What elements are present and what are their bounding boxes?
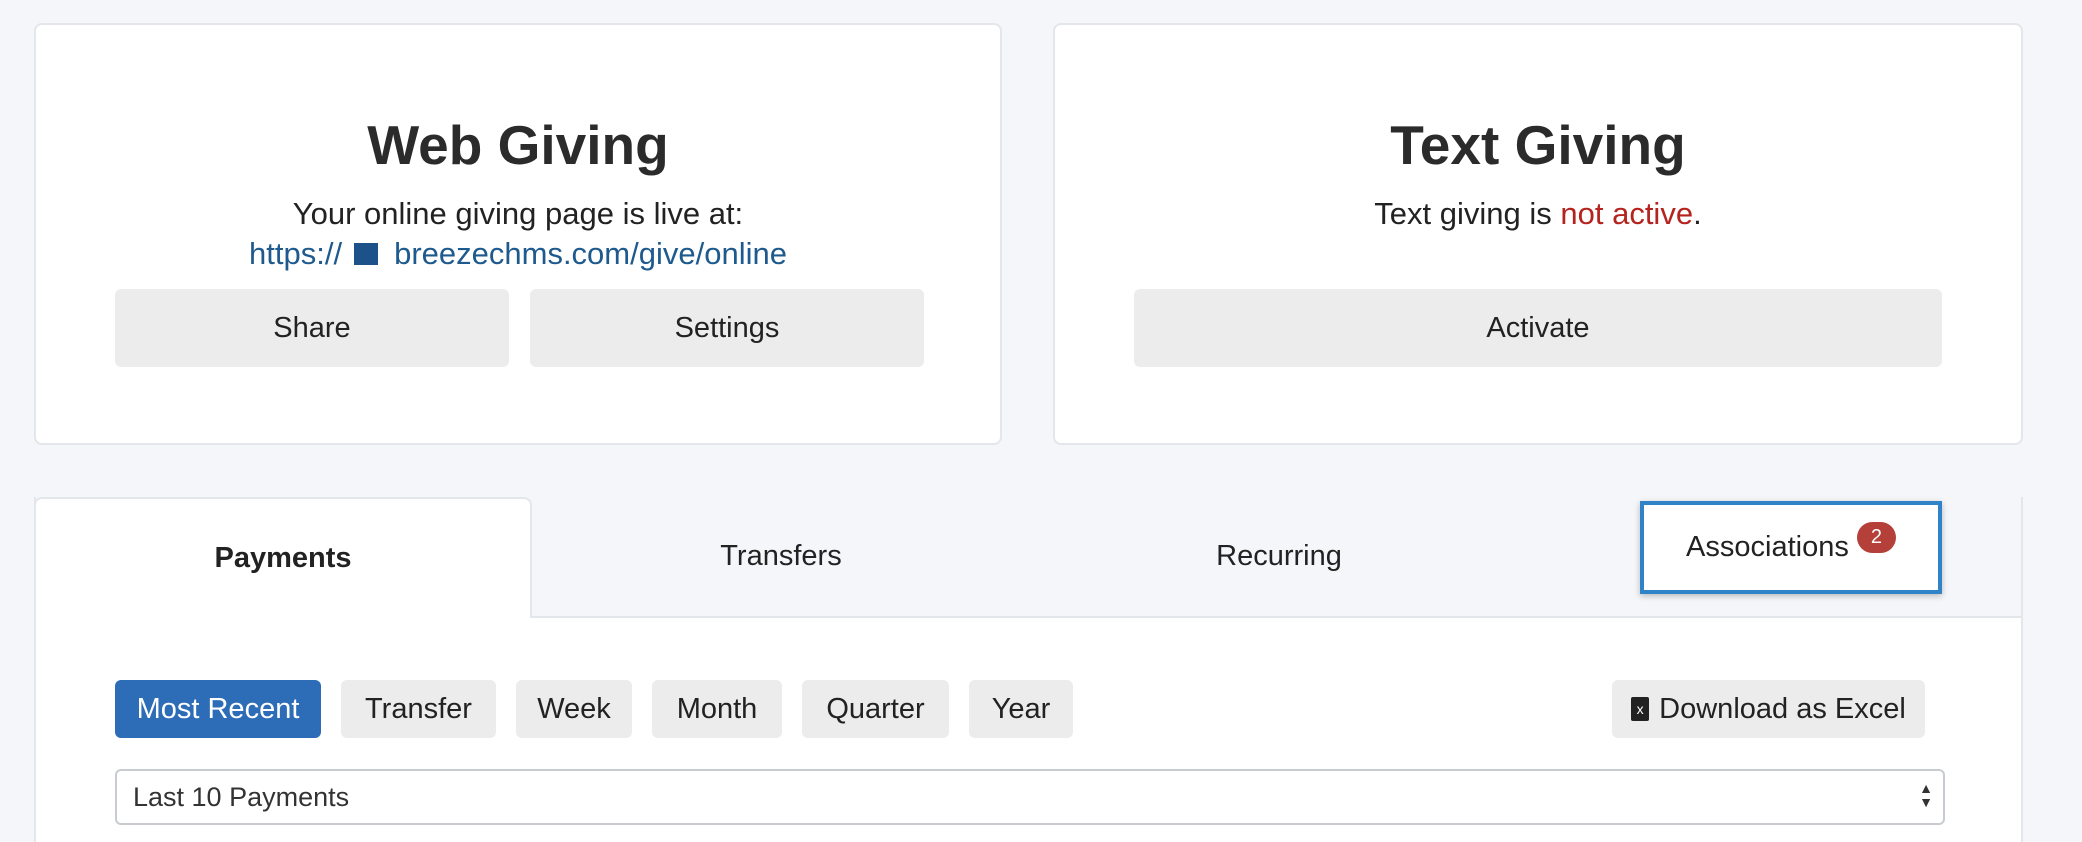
text-giving-title: Text Giving bbox=[1390, 114, 1686, 176]
excel-file-icon: x bbox=[1631, 697, 1650, 721]
settings-button[interactable]: Settings bbox=[530, 289, 924, 367]
web-giving-live-text: Your online giving page is live at: bbox=[292, 196, 744, 231]
status-prefix: Text giving is bbox=[1374, 196, 1561, 231]
download-excel-button[interactable]: x Download as Excel bbox=[1612, 680, 1925, 738]
filter-month-button[interactable]: Month bbox=[652, 680, 782, 738]
url-prefix[interactable]: https:// bbox=[249, 236, 342, 271]
filter-quarter-button[interactable]: Quarter bbox=[802, 680, 949, 738]
web-giving-card: Web Giving Your online giving page is li… bbox=[34, 23, 1002, 445]
text-giving-card: Text Giving Text giving is not active. A… bbox=[1053, 23, 2023, 445]
filter-week-button[interactable]: Week bbox=[516, 680, 632, 738]
tab-associations[interactable]: Associations 2 bbox=[1640, 501, 1942, 594]
status-suffix: . bbox=[1693, 196, 1702, 231]
share-button[interactable]: Share bbox=[115, 289, 509, 367]
payments-range-select[interactable]: Last 10 Payments ▲ ▼ bbox=[115, 769, 1945, 825]
download-excel-label: Download as Excel bbox=[1659, 692, 1906, 725]
select-arrows-icon: ▲ ▼ bbox=[1919, 780, 1933, 810]
filter-transfer-button[interactable]: Transfer bbox=[341, 680, 496, 738]
tab-bar: Payments Transfers Recurring Association… bbox=[34, 497, 2021, 618]
text-giving-status: Text giving is not active. bbox=[1055, 196, 2021, 232]
associations-count-badge: 2 bbox=[1856, 522, 1896, 553]
activate-button[interactable]: Activate bbox=[1134, 289, 1942, 367]
tab-payments[interactable]: Payments bbox=[34, 497, 532, 618]
status-value: not active bbox=[1560, 196, 1694, 231]
redacted-mark bbox=[354, 243, 379, 265]
web-giving-title: Web Giving bbox=[367, 114, 669, 176]
tab-transfers[interactable]: Transfers bbox=[532, 497, 1030, 616]
filter-most-recent-button[interactable]: Most Recent bbox=[115, 680, 321, 738]
web-giving-url[interactable]: https:// breezechms.com/give/online bbox=[36, 236, 1000, 272]
filter-year-button[interactable]: Year bbox=[969, 680, 1073, 738]
tab-recurring[interactable]: Recurring bbox=[1030, 497, 1528, 616]
url-suffix[interactable]: breezechms.com/give/online bbox=[394, 236, 787, 271]
payments-range-value: Last 10 Payments bbox=[133, 781, 350, 812]
payments-panel: Payments Transfers Recurring Association… bbox=[34, 497, 2023, 842]
tab-associations-label: Associations bbox=[1686, 531, 1849, 563]
